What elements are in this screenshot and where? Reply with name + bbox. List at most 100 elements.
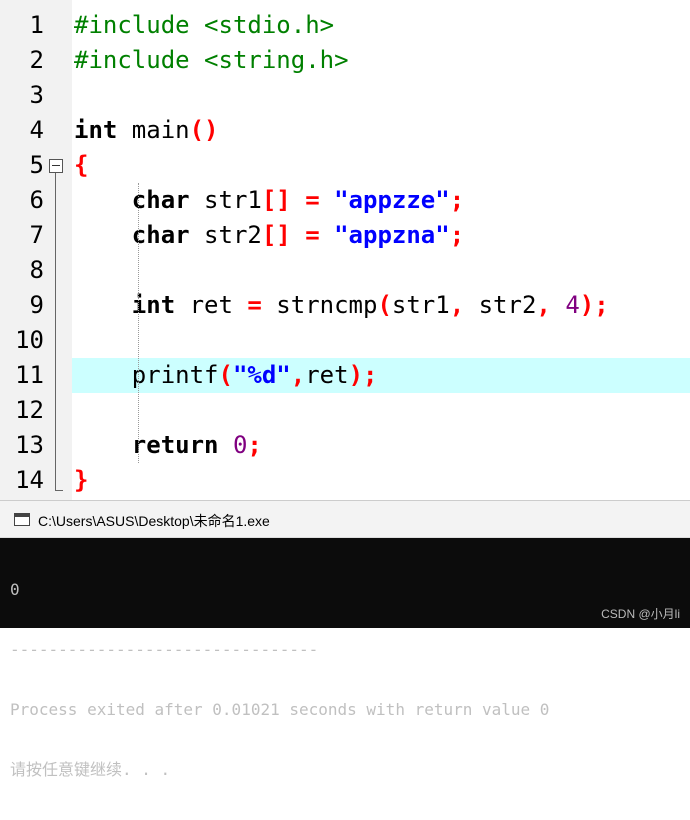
code-token: str1 [391, 291, 450, 319]
code-text: { [74, 148, 88, 183]
code-token: #include <string.h> [74, 46, 349, 74]
code-token: #include <stdio.h> [74, 11, 335, 39]
code-line[interactable]: 2 #include <string.h> [0, 43, 690, 78]
code-line[interactable]: 4 int main() [0, 113, 690, 148]
line-number: 12 [15, 396, 44, 424]
console-window-icon [14, 513, 30, 526]
code-text: } [74, 463, 88, 498]
line-number: 8 [29, 256, 44, 284]
code-token: ; [247, 431, 262, 459]
code-token: [] [261, 221, 291, 249]
code-line[interactable]: 14} [0, 463, 690, 498]
watermark: CSDN @小月li [601, 607, 680, 621]
code-token: () [189, 116, 219, 144]
code-line[interactable]: 7 char str2[] = "appzna"; [0, 218, 690, 253]
code-token: 4 [565, 291, 580, 319]
line-number: 9 [29, 291, 44, 319]
code-line[interactable]: 5{ [0, 148, 690, 183]
code-token: ); [579, 291, 609, 319]
console-line: Process exited after 0.01021 seconds wit… [10, 700, 550, 719]
console-line: 0 [10, 580, 20, 599]
code-token: int [74, 116, 118, 144]
line-number: 13 [15, 431, 44, 459]
code-text: #include <string.h> [74, 43, 349, 78]
code-token: , [536, 291, 551, 319]
code-token: return [131, 431, 219, 459]
code-token: ret [175, 291, 248, 319]
code-text: return 0; [74, 428, 262, 463]
code-token: main [117, 116, 190, 144]
code-line[interactable]: 10 [0, 323, 690, 358]
code-text: int main() [74, 113, 219, 148]
indent-guide [138, 183, 139, 463]
code-text: char str1[] = "appzze"; [74, 183, 464, 218]
line-number: 10 [15, 326, 44, 354]
line-number: 3 [29, 81, 44, 109]
code-line[interactable]: 11 printf("%d",ret); [0, 358, 690, 393]
code-token: "appzna" [334, 221, 450, 249]
code-token: [] [261, 186, 291, 214]
line-number: 2 [29, 46, 44, 74]
code-token: "%d" [232, 361, 291, 389]
fold-collapse-icon[interactable] [49, 159, 63, 173]
code-line[interactable]: 13 return 0; [0, 428, 690, 463]
code-token: ; [449, 221, 465, 249]
console-line: 请按任意键继续. . . [10, 760, 171, 779]
line-number: 14 [15, 466, 44, 494]
code-editor[interactable]: 1 #include <stdio.h> 2 #include <string.h> 3… [0, 0, 690, 500]
code-token: , [449, 291, 465, 319]
fold-end-marker [55, 490, 63, 491]
code-token: char [131, 186, 190, 214]
code-token: ( [377, 291, 392, 319]
code-token: "appzze" [334, 186, 450, 214]
line-number: 7 [29, 221, 44, 249]
code-token: ( [218, 361, 233, 389]
fold-line [55, 173, 56, 490]
code-token: char [131, 221, 190, 249]
console-title: C:\Users\ASUS\Desktop\未命名1.exe [38, 513, 270, 529]
code-token: ret [305, 361, 349, 389]
code-text: printf("%d",ret); [74, 358, 378, 393]
code-line[interactable]: 3 [0, 78, 690, 113]
code-token: ; [449, 186, 465, 214]
code-token: str2 [464, 291, 537, 319]
code-text: int ret = strncmp(str1, str2, 4); [74, 288, 609, 323]
console-line: -------------------------------- [10, 640, 319, 659]
code-token: 0 [232, 431, 248, 459]
line-number: 6 [29, 186, 44, 214]
code-token: = [247, 291, 262, 319]
line-number: 4 [29, 116, 44, 144]
line-number: 11 [15, 361, 44, 389]
console-output: 0 -------------------------------- Proce… [10, 540, 549, 820]
code-line[interactable]: 12 [0, 393, 690, 428]
code-token: printf [131, 361, 219, 389]
code-text: char str2[] = "appzna"; [74, 218, 464, 253]
code-line[interactable]: 8 [0, 253, 690, 288]
code-token: ); [348, 361, 378, 389]
code-token: { [74, 151, 89, 179]
code-line[interactable]: 1 #include <stdio.h> [0, 8, 690, 43]
console-window[interactable]: C:\Users\ASUS\Desktop\未命名1.exe 0 -------… [0, 500, 690, 779]
code-token: str1 [189, 186, 262, 214]
code-token: str2 [189, 221, 262, 249]
code-token: } [74, 466, 89, 494]
line-number: 5 [29, 151, 44, 179]
code-line[interactable]: 6 char str1[] = "appzze"; [0, 183, 690, 218]
code-token: = [305, 186, 320, 214]
code-line[interactable]: 9 int ret = strncmp(str1, str2, 4); [0, 288, 690, 323]
code-token: , [290, 361, 306, 389]
console-titlebar[interactable]: C:\Users\ASUS\Desktop\未命名1.exe [0, 500, 690, 538]
code-token: = [305, 221, 320, 249]
code-token: strncmp [261, 291, 378, 319]
